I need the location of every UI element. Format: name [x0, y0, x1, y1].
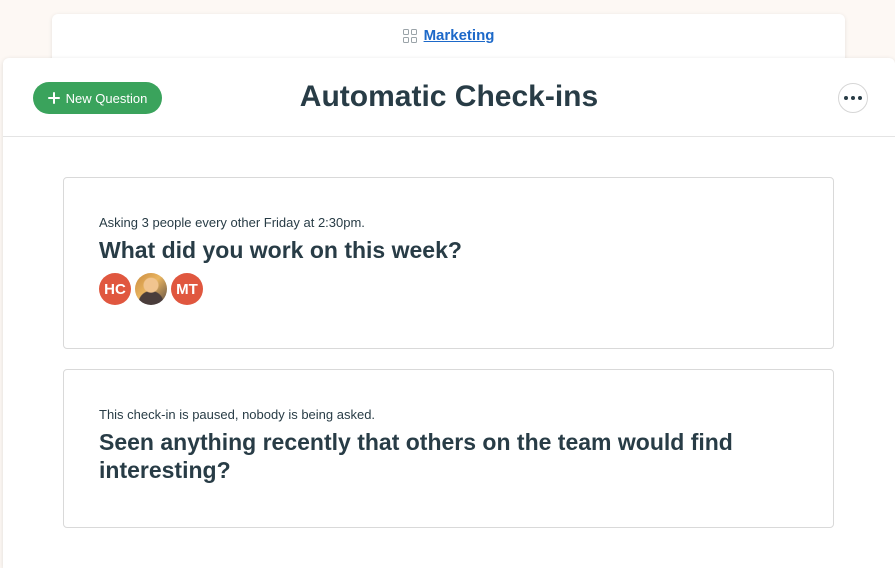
- checkin-status: This check-in is paused, nobody is being…: [99, 407, 376, 422]
- ellipsis-icon: [851, 96, 855, 100]
- breadcrumb-label[interactable]: Marketing: [424, 27, 495, 44]
- participant-avatars: HC MT: [99, 273, 798, 305]
- checkins-panel: New Question Automatic Check-ins Asking …: [3, 58, 895, 568]
- ellipsis-icon: [858, 96, 862, 100]
- avatar-photo: [135, 273, 167, 305]
- grid-icon: [402, 28, 418, 44]
- checkin-question[interactable]: Seen anything recently that others on th…: [99, 428, 798, 484]
- more-options-button[interactable]: [838, 83, 868, 113]
- breadcrumb-project-link[interactable]: Marketing: [402, 27, 495, 44]
- page-title: Automatic Check-ins: [299, 80, 599, 113]
- avatar: HC: [99, 273, 131, 305]
- panel-header: New Question Automatic Check-ins: [3, 58, 895, 137]
- checkin-schedule: Asking 3 people every other Friday at 2:…: [99, 215, 365, 230]
- checkin-card[interactable]: Asking 3 people every other Friday at 2:…: [63, 177, 834, 349]
- checkin-card[interactable]: This check-in is paused, nobody is being…: [63, 369, 834, 528]
- avatar: MT: [171, 273, 203, 305]
- ellipsis-icon: [844, 96, 848, 100]
- checkin-question[interactable]: What did you work on this week?: [99, 236, 798, 264]
